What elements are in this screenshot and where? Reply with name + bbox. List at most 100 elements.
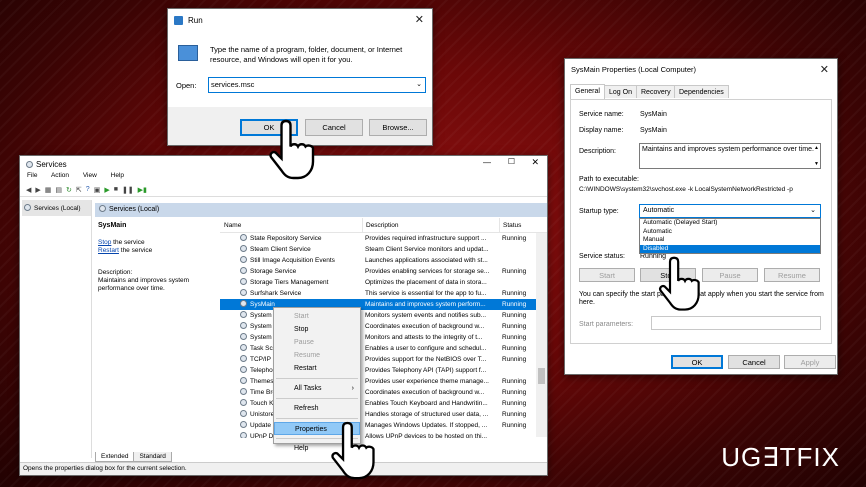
row-description: Provides enabling services for storage s… — [365, 268, 490, 275]
play-icon[interactable]: ▶ — [104, 186, 109, 194]
ctx-pause[interactable]: Pause — [274, 336, 360, 349]
gear-icon — [240, 322, 247, 329]
tab-log-on[interactable]: Log On — [604, 85, 637, 98]
service-name-value: SysMain — [640, 111, 667, 118]
option-automatic[interactable]: Automatic — [640, 228, 820, 237]
table-row[interactable]: System Event Monitors system events and n… — [220, 310, 547, 321]
ctx-stop[interactable]: Stop — [274, 323, 360, 336]
menu-action[interactable]: Action — [51, 172, 69, 179]
gear-icon — [240, 388, 247, 395]
row-description: Provides user experience theme manage... — [365, 378, 489, 385]
start-button[interactable]: Start — [579, 268, 635, 282]
pause-icon[interactable]: ❚❚ — [122, 186, 134, 194]
back-icon[interactable]: ◀ — [26, 186, 31, 194]
hand-cursor-icon — [269, 119, 315, 180]
browse-button[interactable]: Browse... — [369, 119, 427, 136]
table-row[interactable]: SysMain Maintains and improves system per… — [220, 299, 547, 310]
menu-help[interactable]: Help — [111, 172, 124, 179]
table-row[interactable]: Time Broker Coordinates execution of back… — [220, 387, 547, 398]
scroll-thumb[interactable] — [538, 368, 545, 384]
table-row[interactable]: Storage Service Provides enabling service… — [220, 266, 547, 277]
export-icon[interactable]: ⇱ — [76, 186, 82, 194]
table-row[interactable]: Telephony Provides Telephony API (TAPI) s… — [220, 365, 547, 376]
ctx-restart[interactable]: Restart — [274, 362, 360, 375]
option-manual[interactable]: Manual — [640, 236, 820, 245]
watermark-text: UG∃TFIX — [721, 442, 840, 472]
close-icon[interactable]: ✕ — [820, 63, 829, 76]
close-icon[interactable]: ✕ — [531, 157, 539, 168]
col-status[interactable]: Status — [499, 218, 547, 232]
row-description: Provides required infrastructure support… — [365, 235, 487, 242]
row-name-text: Themes — [250, 378, 274, 385]
row-name: Still Image Acquisition Events — [220, 255, 362, 266]
table-row[interactable]: Still Image Acquisition Events Launches a… — [220, 255, 547, 266]
display-name-value: SysMain — [640, 127, 667, 134]
ctx-resume[interactable]: Resume — [274, 349, 360, 362]
startup-type-select[interactable]: Automatic ⌄ — [639, 204, 821, 218]
resume-icon[interactable]: ▶▮ — [138, 186, 147, 194]
ok-button[interactable]: OK — [671, 355, 723, 369]
ctx-all-tasks[interactable]: All Tasks › — [274, 382, 360, 395]
row-name: Surfshark Service — [220, 288, 362, 299]
gear-icon — [240, 234, 247, 241]
ctx-refresh[interactable]: Refresh — [274, 402, 360, 415]
restart-link[interactable]: Restart — [98, 247, 119, 254]
table-row[interactable]: System Event Coordinates execution of bac… — [220, 321, 547, 332]
restart-link-suffix: the service — [118, 247, 153, 254]
table-row[interactable]: TCP/IP NetBI Provides support for the Net… — [220, 354, 547, 365]
chevron-down-icon[interactable]: ⌄ — [416, 80, 422, 88]
open-input[interactable]: services.msc ⌄ — [208, 77, 426, 93]
tree-item-services-local[interactable]: Services (Local) — [22, 200, 91, 216]
row-description: Steam Client Service monitors and updat.… — [365, 246, 489, 253]
refresh-icon[interactable]: ↻ — [66, 186, 72, 194]
scroll-down-icon[interactable]: ▼ — [814, 160, 819, 168]
row-description: Launches applications associated with st… — [365, 257, 488, 264]
tab-standard[interactable]: Standard — [134, 452, 172, 462]
table-row[interactable]: Themes Provides user experience theme man… — [220, 376, 547, 387]
tab-general[interactable]: General — [570, 84, 605, 99]
list-icon[interactable]: ▤ — [55, 186, 62, 194]
table-row[interactable]: State Repository Service Provides require… — [220, 233, 547, 244]
gear-icon — [240, 300, 247, 307]
col-name[interactable]: Name — [220, 218, 362, 232]
close-icon[interactable]: ✕ — [415, 13, 424, 26]
tab-recovery[interactable]: Recovery — [636, 85, 676, 98]
console-icon[interactable]: ▦ — [45, 186, 52, 194]
stop-icon[interactable]: ■ — [114, 186, 118, 193]
table-row[interactable]: Steam Client Service Steam Client Service… — [220, 244, 547, 255]
forward-icon[interactable]: ▶ — [35, 186, 40, 194]
maximize-icon[interactable]: ☐ — [508, 157, 515, 166]
option-automatic-delayed[interactable]: Automatic (Delayed Start) — [640, 219, 820, 228]
col-description[interactable]: Description — [362, 218, 499, 232]
scrollbar[interactable] — [536, 233, 547, 437]
run-titlebar: Run ✕ — [168, 9, 432, 31]
table-row[interactable]: Surfshark Service This service is essenti… — [220, 288, 547, 299]
table-row[interactable]: Touch Keybo Enables Touch Keyboard and Ha… — [220, 398, 547, 409]
table-row[interactable]: Task Schedul Enables a user to configure … — [220, 343, 547, 354]
stop-link[interactable]: Stop — [98, 239, 111, 246]
table-row[interactable]: System Guard Monitors and attests to the … — [220, 332, 547, 343]
minimize-icon[interactable]: — — [483, 158, 491, 167]
resume-button[interactable]: Resume — [764, 268, 820, 282]
menu-view[interactable]: View — [83, 172, 97, 179]
table-row[interactable]: Storage Tiers Management Optimizes the pl… — [220, 277, 547, 288]
ctx-start[interactable]: Start — [274, 310, 360, 323]
start-params-label: Start parameters: — [579, 321, 634, 328]
properties-icon[interactable]: ▣ — [94, 186, 101, 194]
option-disabled[interactable]: Disabled — [640, 244, 820, 253]
scroll-up-icon[interactable]: ▲ — [814, 144, 819, 152]
gear-icon — [240, 344, 247, 351]
status-text: Opens the properties dialog box for the … — [23, 465, 187, 472]
cancel-button[interactable]: Cancel — [728, 355, 780, 369]
start-params-input[interactable] — [651, 316, 821, 330]
gear-icon — [240, 366, 247, 373]
row-description: Maintains and improves system perform... — [365, 301, 486, 308]
chevron-down-icon[interactable]: ⌄ — [810, 206, 816, 214]
help-icon[interactable]: ? — [86, 186, 90, 193]
tab-extended[interactable]: Extended — [95, 452, 135, 462]
menu-file[interactable]: File — [27, 172, 37, 179]
table-row[interactable]: UnistoreSvc_ Handles storage of structure… — [220, 409, 547, 420]
apply-button[interactable]: Apply — [784, 355, 836, 369]
row-name-text: Steam Client Service — [250, 246, 311, 253]
tab-dependencies[interactable]: Dependencies — [674, 85, 729, 98]
